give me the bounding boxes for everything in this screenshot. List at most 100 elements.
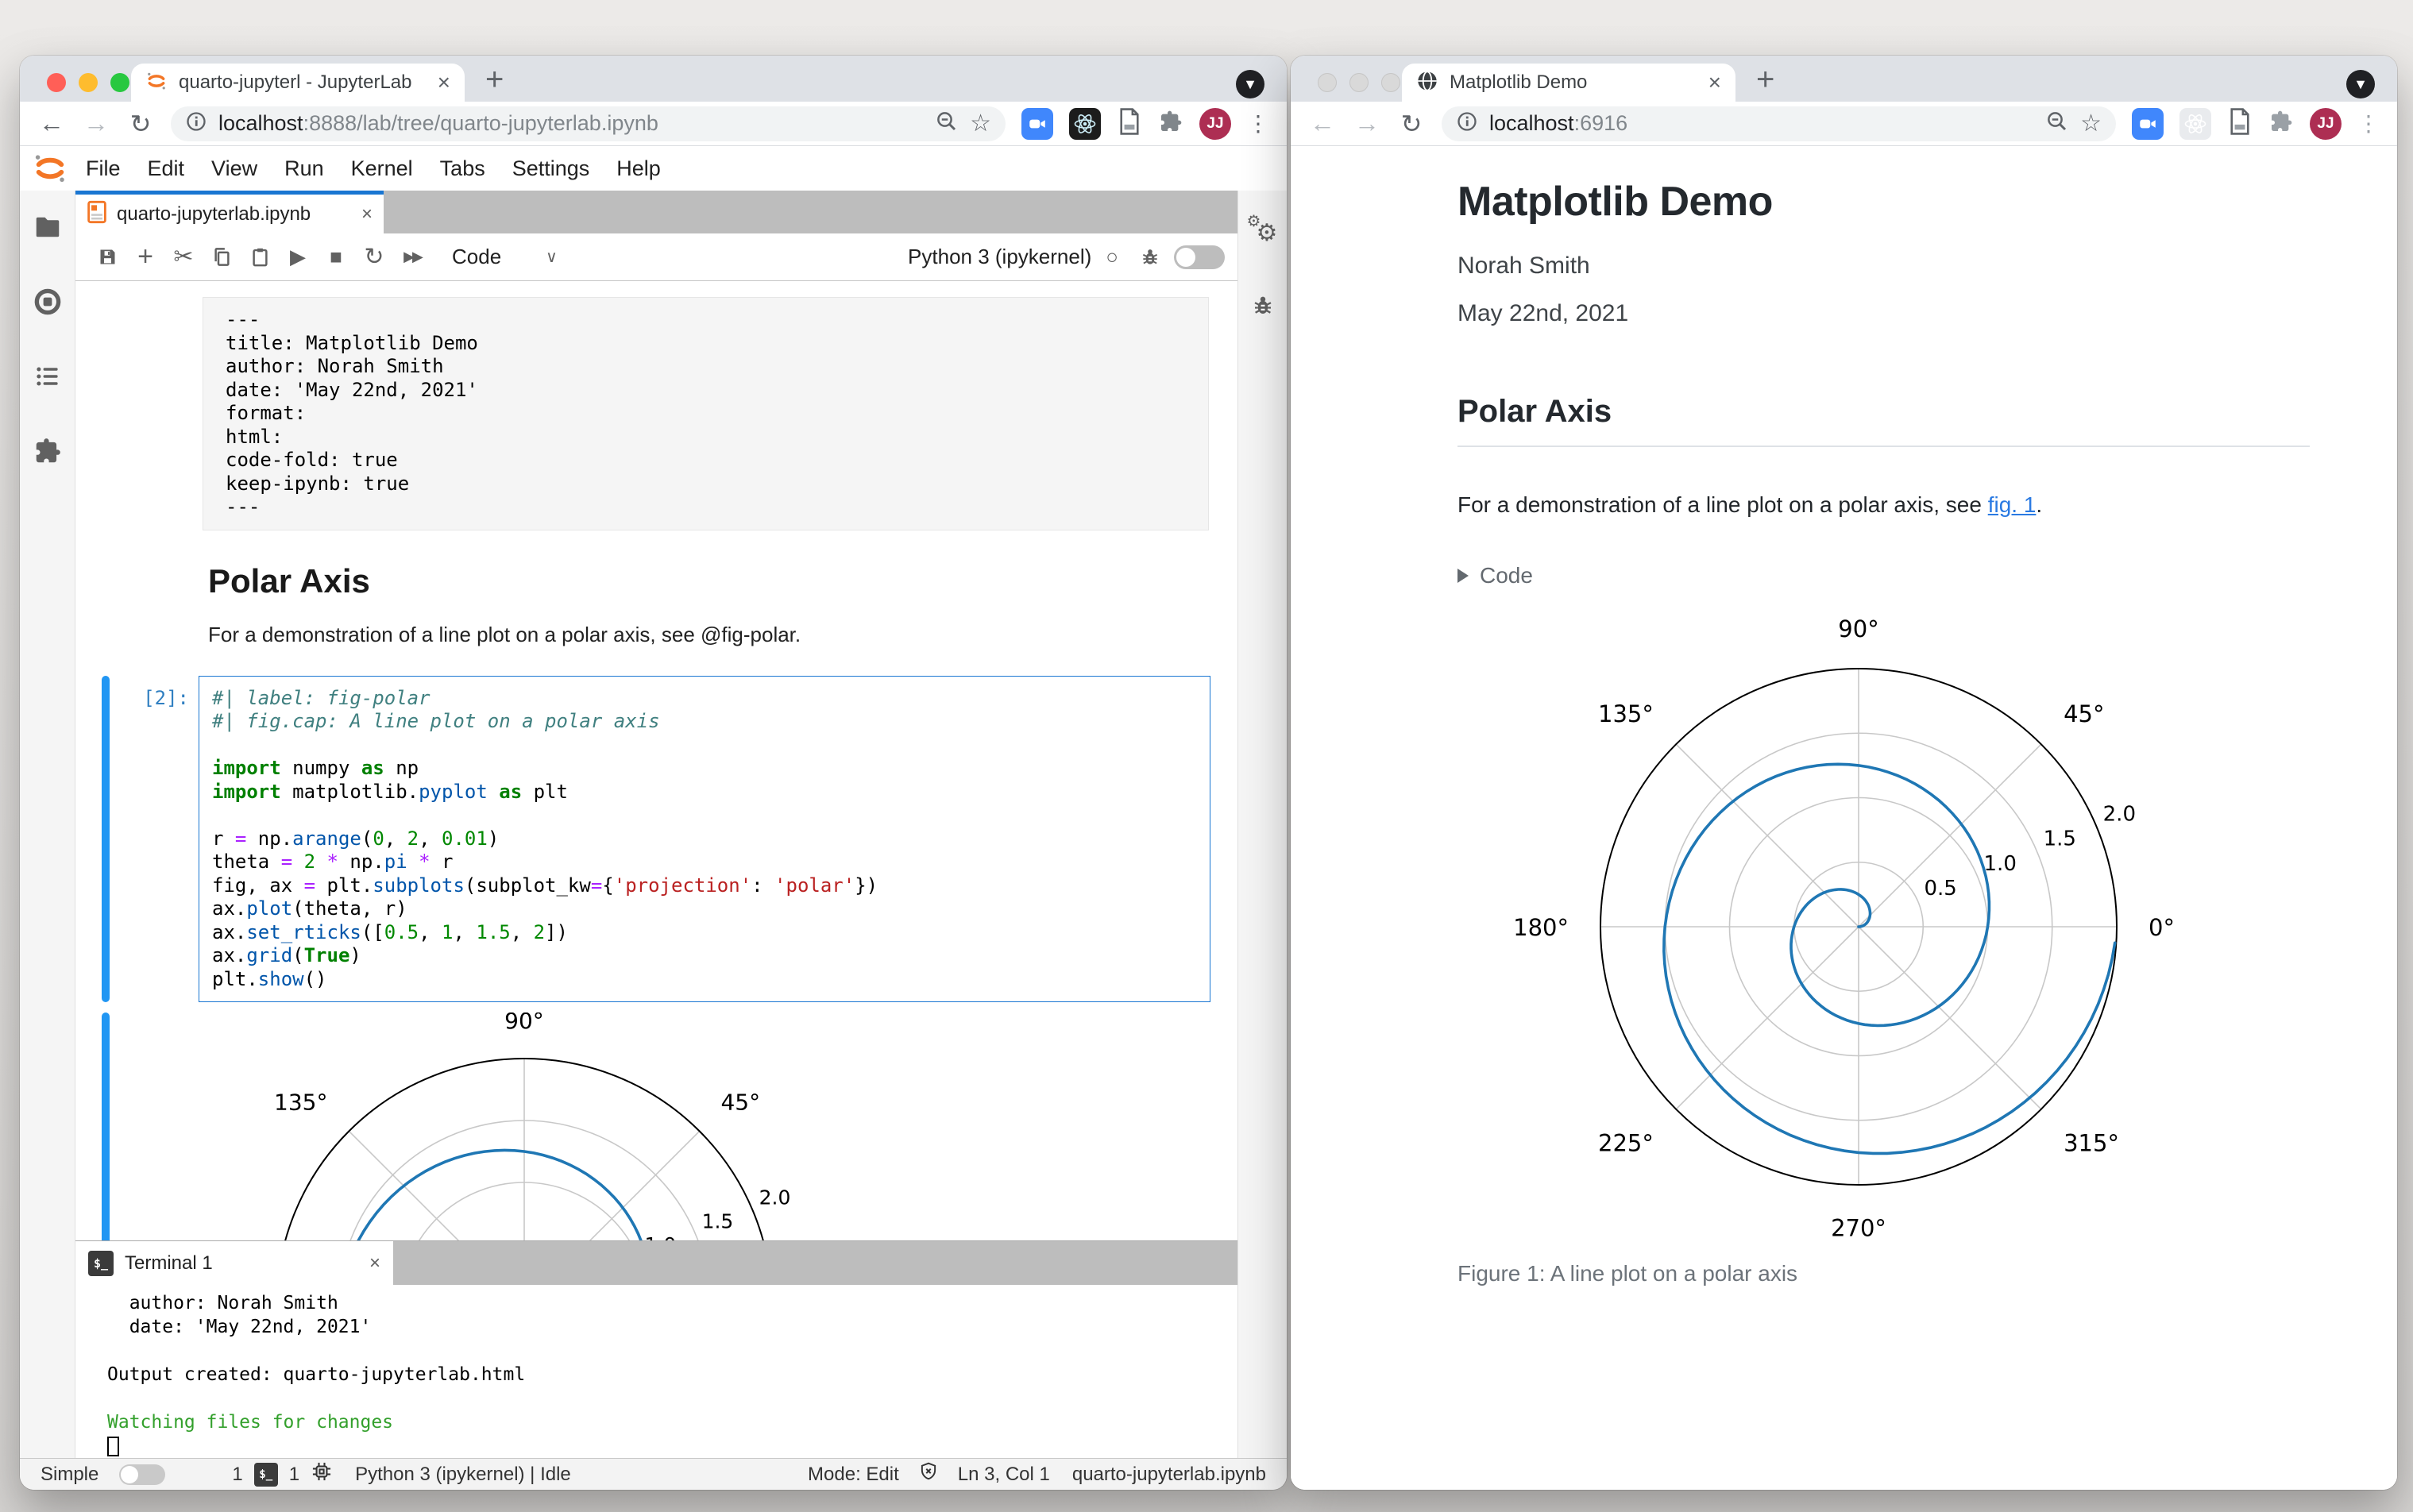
new-tab-button[interactable]: +: [485, 64, 504, 95]
document-date: May 22nd, 2021: [1457, 300, 1629, 326]
shield-x-icon[interactable]: [918, 1461, 939, 1487]
code-line: fig, ax = plt.subplots(subplot_kw={'proj…: [212, 874, 878, 897]
kernel-chip-icon[interactable]: [311, 1460, 333, 1488]
add-cell-button[interactable]: +: [126, 241, 164, 272]
menu-item-view[interactable]: View: [198, 156, 271, 180]
profile-avatar[interactable]: JJ: [1199, 107, 1231, 140]
table-of-contents-icon[interactable]: [33, 362, 62, 395]
markdown-heading: Polar Axis: [208, 561, 370, 600]
body-paragraph: For a demonstration of a line plot on a …: [1457, 492, 2043, 517]
back-button[interactable]: ←: [37, 109, 66, 138]
tab-search-button[interactable]: ▼: [2346, 70, 2375, 98]
url-text[interactable]: localhost:8888/lab/tree/quarto-jupyterla…: [218, 111, 924, 136]
terminal-count-icon[interactable]: $_: [253, 1462, 278, 1487]
kernel-status-text[interactable]: Python 3 (ipykernel) | Idle: [355, 1464, 571, 1486]
terminal-output[interactable]: author: Norah Smith date: 'May 22nd, 202…: [75, 1285, 1237, 1458]
running-kernels-icon[interactable]: [33, 287, 63, 321]
figure-link[interactable]: fig. 1: [1988, 492, 2037, 517]
browser-menu-icon[interactable]: ⋮: [2357, 110, 2380, 137]
browser-tab-strip: quarto-jupyterl - JupyterLab × + ▼: [20, 56, 1287, 102]
yaml-raw-cell[interactable]: --- title: Matplotlib Demo author: Norah S…: [203, 297, 1209, 530]
reload-button[interactable]: ↻: [1397, 109, 1426, 139]
notes-extension-icon[interactable]: [1117, 107, 1142, 140]
code-editor[interactable]: #| label: fig-polar #| fig.cap: A line pl…: [199, 675, 1210, 1002]
react-devtools-extension-icon[interactable]: [1069, 107, 1101, 140]
cell-collapser-bar[interactable]: [102, 675, 110, 1002]
run-cell-button[interactable]: ▶: [279, 245, 317, 269]
react-devtools-extension-icon[interactable]: [2179, 107, 2211, 140]
zoom-extension-icon[interactable]: [1021, 107, 1053, 140]
svg-text:180°: 180°: [1513, 914, 1569, 941]
restart-run-all-button[interactable]: ▶▶: [393, 249, 431, 265]
close-window-button[interactable]: [47, 73, 66, 92]
polar-plot-output: 0°45°90°135°180°225°270°315°0.51.01.52.0: [274, 1012, 790, 1240]
zoom-extension-icon[interactable]: [2132, 107, 2164, 140]
property-inspector-gears-icon[interactable]: ⚙ ⚙: [1247, 213, 1279, 246]
zoom-window-button[interactable]: [110, 73, 129, 92]
cursor-position[interactable]: Ln 3, Col 1: [958, 1464, 1050, 1486]
tab-search-button[interactable]: ▼: [1236, 70, 1264, 98]
svg-text:45°: 45°: [2064, 700, 2104, 727]
browser-tab-matplotlib-demo[interactable]: Matplotlib Demo ×: [1402, 64, 1735, 102]
notes-extension-icon[interactable]: [2227, 107, 2253, 140]
file-browser-icon[interactable]: [33, 213, 62, 245]
close-window-button[interactable]: [1318, 73, 1337, 92]
forward-button[interactable]: →: [1353, 109, 1381, 138]
menu-item-edit[interactable]: Edit: [134, 156, 199, 180]
stop-kernel-button[interactable]: ■: [317, 245, 355, 269]
tab-close-icon[interactable]: ×: [1708, 70, 1721, 95]
minimize-window-button[interactable]: [79, 73, 98, 92]
kernel-name-button[interactable]: Python 3 (ipykernel): [908, 245, 1091, 269]
site-info-icon[interactable]: [1456, 110, 1478, 137]
paste-cells-button[interactable]: [241, 246, 279, 268]
menu-item-settings[interactable]: Settings: [499, 156, 604, 180]
simple-mode-toggle[interactable]: [1174, 245, 1225, 269]
tab-close-icon[interactable]: ×: [438, 70, 450, 95]
menu-item-kernel[interactable]: Kernel: [338, 156, 427, 180]
back-button[interactable]: ←: [1308, 109, 1337, 138]
bookmark-star-icon[interactable]: ☆: [970, 110, 991, 137]
terminal-tab[interactable]: $_ Terminal 1 ×: [75, 1241, 393, 1285]
site-info-icon[interactable]: [185, 110, 207, 137]
notebook-tab-close-icon[interactable]: ×: [361, 203, 373, 226]
address-bar[interactable]: localhost:6916 ☆: [1442, 106, 2116, 141]
menu-item-help[interactable]: Help: [603, 156, 674, 180]
profile-avatar[interactable]: JJ: [2310, 107, 2342, 140]
menu-item-file[interactable]: File: [72, 156, 134, 180]
cut-cells-button[interactable]: ✂: [164, 243, 203, 271]
menu-item-tabs[interactable]: Tabs: [427, 156, 499, 180]
zoom-out-icon[interactable]: [935, 110, 959, 137]
save-button[interactable]: [88, 246, 126, 268]
extensions-puzzle-icon[interactable]: [2268, 109, 2294, 138]
menu-item-run[interactable]: Run: [271, 156, 338, 180]
mode-indicator[interactable]: Mode: Edit: [808, 1464, 899, 1486]
debugger-bug-icon[interactable]: [1251, 294, 1275, 322]
output-collapser-bar[interactable]: [102, 1012, 110, 1240]
zoom-window-button[interactable]: [1381, 73, 1400, 92]
extensions-puzzle-icon[interactable]: [1158, 109, 1183, 138]
kernel-status-icon: ○: [1106, 245, 1118, 268]
cell-type-select[interactable]: Code: [452, 245, 501, 269]
restart-kernel-button[interactable]: ↻: [355, 243, 393, 271]
terminal-tab-close-icon[interactable]: ×: [369, 1252, 380, 1275]
svg-text:0°: 0°: [2149, 914, 2175, 941]
new-tab-button[interactable]: +: [1756, 64, 1774, 95]
code-line: ax.plot(theta, r): [212, 897, 407, 920]
zoom-out-icon[interactable]: [2045, 110, 2069, 137]
code-fold-toggle[interactable]: Code: [1457, 563, 2310, 588]
jupyterlab-browser-window: quarto-jupyterl - JupyterLab × + ▼ ← → ↻…: [20, 56, 1287, 1490]
simple-mode-status-toggle[interactable]: [119, 1464, 166, 1485]
minimize-window-button[interactable]: [1349, 73, 1369, 92]
cell-type-chevron-down-icon[interactable]: ∨: [546, 247, 558, 267]
address-bar[interactable]: localhost:8888/lab/tree/quarto-jupyterla…: [171, 106, 1006, 141]
copy-cells-button[interactable]: [203, 246, 241, 268]
debugger-bug-icon[interactable]: [1131, 247, 1169, 268]
extension-manager-puzzle-icon[interactable]: [33, 436, 63, 470]
forward-button[interactable]: →: [82, 109, 110, 138]
reload-button[interactable]: ↻: [126, 109, 155, 139]
browser-tab-jupyterlab[interactable]: quarto-jupyterl - JupyterLab ×: [131, 64, 465, 102]
bookmark-star-icon[interactable]: ☆: [2080, 110, 2102, 137]
notebook-tab[interactable]: quarto-jupyterlab.ipynb ×: [75, 191, 384, 233]
browser-menu-icon[interactable]: ⋮: [1247, 110, 1269, 137]
url-text[interactable]: localhost:6916: [1489, 111, 2034, 136]
